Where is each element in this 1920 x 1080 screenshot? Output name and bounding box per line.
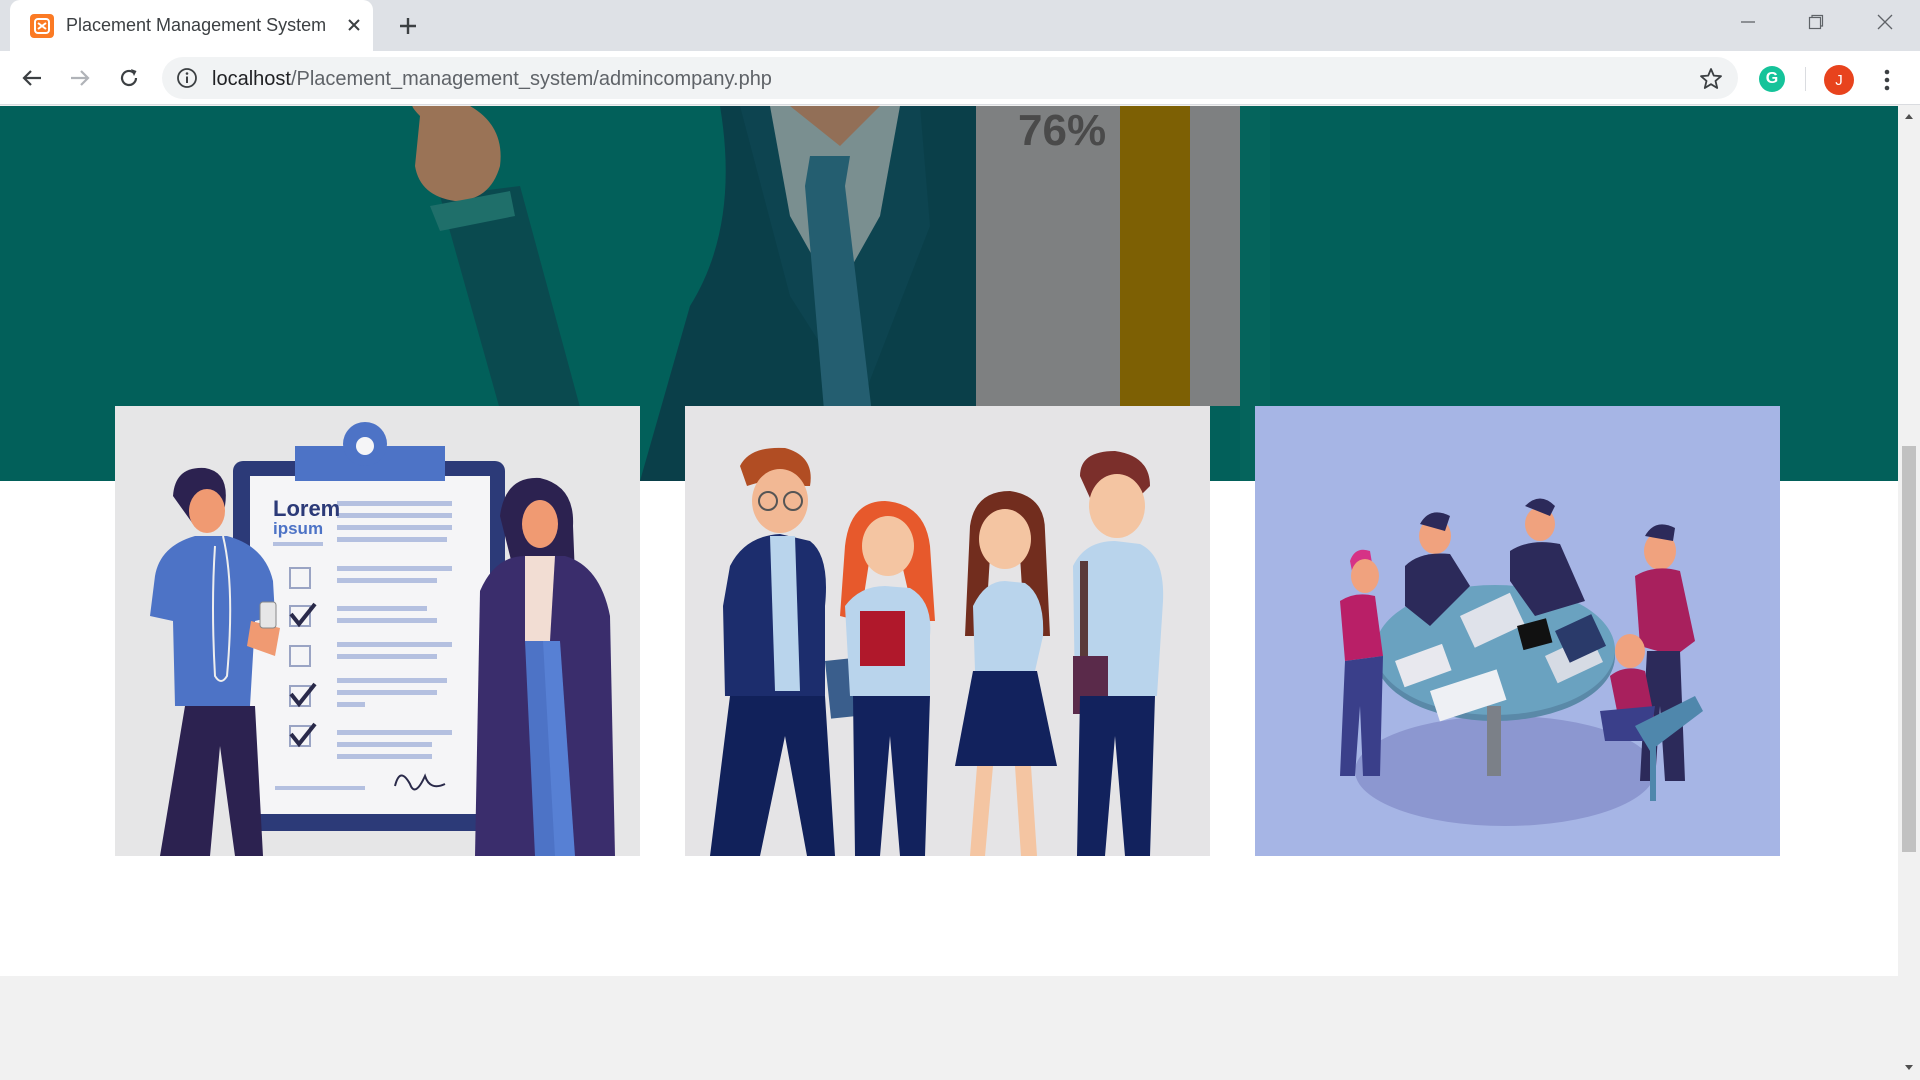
hero-stat-text: 76% bbox=[1018, 106, 1107, 155]
page-viewport: 76% Lorem ipsum bbox=[0, 106, 1898, 1080]
reload-icon[interactable] bbox=[112, 61, 146, 95]
students-illustration bbox=[685, 406, 1210, 856]
window-close-icon[interactable] bbox=[1852, 0, 1918, 44]
kebab-menu-icon[interactable] bbox=[1872, 65, 1902, 95]
url-host: localhost bbox=[212, 68, 291, 90]
profile-avatar[interactable]: J bbox=[1824, 65, 1854, 95]
scrollbar-thumb[interactable] bbox=[1902, 446, 1916, 852]
address-bar[interactable]: localhost/Placement_management_system/ad… bbox=[162, 57, 1738, 99]
minimize-icon[interactable] bbox=[1715, 0, 1781, 44]
url-text[interactable]: localhost/Placement_management_system/ad… bbox=[212, 68, 772, 91]
tab-title: Placement Management System bbox=[66, 15, 327, 35]
toolbar-divider bbox=[1805, 67, 1806, 91]
browser-toolbar: localhost/Placement_management_system/ad… bbox=[0, 51, 1920, 105]
xampp-favicon-icon bbox=[30, 14, 54, 38]
restore-icon[interactable] bbox=[1783, 0, 1849, 44]
scroll-up-icon[interactable] bbox=[1903, 110, 1915, 122]
url-path: /Placement_management_system/admincompan… bbox=[290, 68, 772, 90]
forward-arrow-icon[interactable] bbox=[63, 61, 97, 95]
page-scrollbar[interactable] bbox=[1898, 106, 1920, 1080]
meeting-illustration bbox=[1255, 406, 1780, 856]
clipboard-illustration: Lorem ipsum bbox=[115, 406, 640, 856]
info-icon[interactable] bbox=[176, 67, 198, 89]
page-footer-band bbox=[0, 976, 1898, 1080]
close-icon[interactable] bbox=[340, 11, 368, 39]
students-drawing bbox=[710, 447, 1164, 856]
clipboard-subheading: ipsum bbox=[273, 519, 324, 538]
scroll-down-icon[interactable] bbox=[1903, 1062, 1915, 1074]
star-icon[interactable] bbox=[1698, 66, 1724, 92]
browser-tab[interactable]: Placement Management System bbox=[10, 0, 373, 51]
tab-strip: Placement Management System bbox=[0, 0, 1920, 51]
meeting-drawing bbox=[1340, 498, 1703, 826]
grammarly-icon[interactable]: G bbox=[1759, 66, 1785, 92]
clipboard-drawing bbox=[150, 422, 615, 856]
plus-icon[interactable] bbox=[392, 10, 424, 42]
back-arrow-icon[interactable] bbox=[15, 61, 49, 95]
